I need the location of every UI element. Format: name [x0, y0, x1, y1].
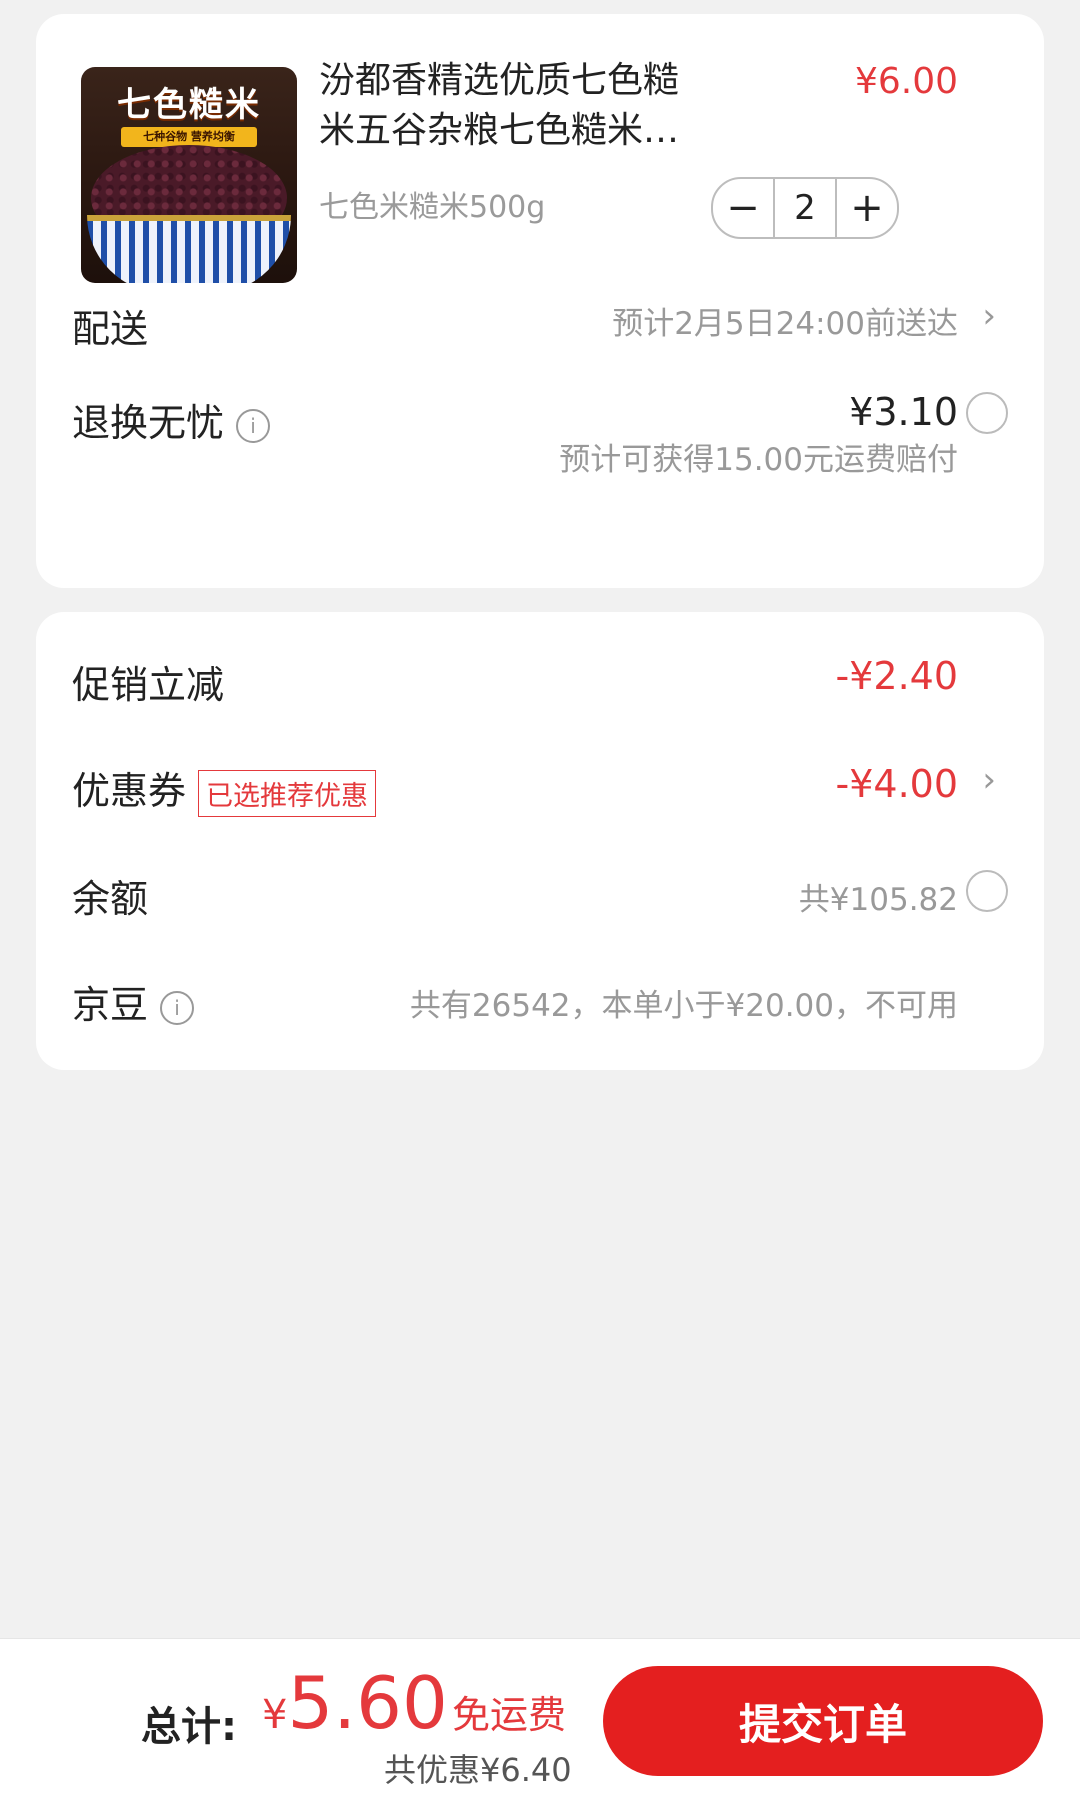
product-title-line1: 汾都香精选优质七色糙: [319, 60, 680, 101]
checkout-bar: 总计: ¥5.60 免运费 共优惠¥6.40 提交订单: [0, 1638, 1080, 1805]
coupon-tag: 已选推荐优惠: [198, 770, 377, 817]
delivery-label: 配送: [72, 307, 149, 351]
bowl-graphic: [87, 215, 291, 283]
product-spec[interactable]: 七色米糙米500g: [319, 182, 545, 226]
total-amount-value: 5.60: [287, 1661, 448, 1745]
balance-value: 共¥105.82: [798, 882, 958, 918]
chevron-right-icon[interactable]: ›: [982, 760, 996, 800]
return-insurance-note: 预计可获得15.00元运费赔付: [559, 442, 958, 478]
increase-button[interactable]: +: [837, 179, 897, 237]
coupon-value[interactable]: -¥4.00: [836, 762, 959, 806]
return-insurance-label-row: 退换无忧 i: [72, 392, 271, 447]
order-item-card: 七色糙米 七种谷物 营养均衡 汾都香精选优质七色糙 米五谷杂粮七色糙米5… ¥6…: [36, 14, 1044, 588]
jingdou-value: 共有26542，本单小于¥20.00，不可用: [409, 988, 958, 1024]
jingdou-row-label: 京豆 i: [72, 974, 195, 1029]
total-label: 总计:: [141, 1704, 237, 1750]
return-insurance-price: ¥3.10: [849, 390, 958, 434]
product-price: ¥6.00: [854, 61, 958, 102]
coupon-label: 优惠券: [72, 769, 187, 813]
quantity-stepper: − 2 +: [711, 177, 899, 239]
promotion-value: -¥2.40: [835, 654, 959, 698]
submit-order-button[interactable]: 提交订单: [603, 1666, 1043, 1776]
info-icon[interactable]: i: [236, 408, 271, 443]
return-insurance-label: 退换无忧: [72, 401, 225, 445]
promotion-label: 促销立减: [72, 663, 225, 707]
decrease-button[interactable]: −: [713, 179, 773, 237]
product-image[interactable]: 七色糙米 七种谷物 营养均衡: [81, 67, 297, 283]
jingdou-label: 京豆: [72, 983, 149, 1027]
free-shipping-label: 免运费: [452, 1693, 567, 1737]
product-image-subtitle: 七种谷物 营养均衡: [121, 127, 257, 147]
currency-symbol: ¥: [262, 1692, 288, 1738]
product-image-title: 七色糙米: [117, 85, 261, 125]
discount-card: 促销立减 -¥2.40 优惠券 已选推荐优惠 -¥4.00 › 余额 共¥105.…: [36, 612, 1044, 1070]
product-title-line2: 米五谷杂粮七色糙米5…: [319, 110, 699, 151]
balance-radio[interactable]: [966, 870, 1008, 912]
coupon-row-label: 优惠券 已选推荐优惠: [72, 760, 377, 817]
chevron-right-icon[interactable]: ›: [982, 296, 996, 336]
discount-total[interactable]: 共优惠¥6.40: [384, 1745, 572, 1791]
info-icon[interactable]: i: [160, 990, 195, 1025]
product-title[interactable]: 汾都香精选优质七色糙 米五谷杂粮七色糙米5…: [319, 56, 699, 156]
quantity-value[interactable]: 2: [773, 179, 837, 237]
total-amount: ¥5.60: [262, 1661, 448, 1745]
balance-label: 余额: [72, 877, 149, 921]
return-insurance-radio[interactable]: [966, 392, 1008, 434]
delivery-estimate[interactable]: 预计2月5日24:00前送达: [612, 298, 958, 343]
